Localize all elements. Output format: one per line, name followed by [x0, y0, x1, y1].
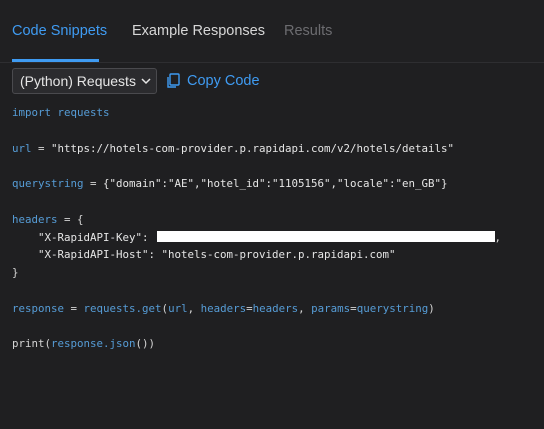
code-headers-var: headers [12, 212, 58, 226]
chevron-down-icon [141, 78, 151, 85]
code-snippet: import requests url = "https://hotels-co… [12, 106, 502, 351]
tab-example-responses[interactable]: Example Responses [132, 23, 265, 39]
code-querystring-value: {"domain":"AE","hotel_id":"1105156","loc… [103, 177, 448, 191]
code-print-arg: response.json [51, 337, 136, 351]
code-headers-open: { [77, 212, 84, 226]
code-arg-params-value: querystring [356, 301, 429, 315]
copy-code-label: Copy Code [187, 73, 260, 89]
code-headers-close: } [12, 266, 19, 280]
code-url-value: "https://hotels-com-provider.p.rapidapi.… [51, 141, 455, 155]
code-url-var: url [12, 141, 32, 155]
code-arg-url: url [168, 301, 188, 315]
code-querystring-var: querystring [12, 177, 84, 191]
language-select-value: (Python) Requests [20, 73, 136, 89]
language-select[interactable]: (Python) Requests [12, 68, 157, 94]
code-call-fn: requests.get [83, 301, 162, 315]
code-key-header: "X-RapidAPI-Key": [38, 230, 149, 244]
copy-icon [167, 73, 180, 88]
redacted-api-key [156, 231, 495, 243]
code-host-header: "X-RapidAPI-Host": [38, 248, 156, 262]
code-host-value: "hotels-com-provider.p.rapidapi.com" [161, 248, 396, 262]
tab-code-snippets[interactable]: Code Snippets [12, 23, 107, 39]
active-tab-indicator [12, 59, 99, 62]
code-import-module: requests [57, 106, 110, 119]
code-print-fn: print [12, 337, 45, 351]
tab-results[interactable]: Results [284, 23, 332, 39]
code-arg-headers-value: headers [252, 301, 299, 315]
tab-bar: Code Snippets Example Responses Results [0, 0, 544, 63]
code-arg-headers-key: headers [200, 301, 247, 315]
code-arg-params-key: params [311, 301, 351, 315]
code-import-keyword: import [12, 106, 52, 119]
code-response-var: response [12, 301, 65, 315]
